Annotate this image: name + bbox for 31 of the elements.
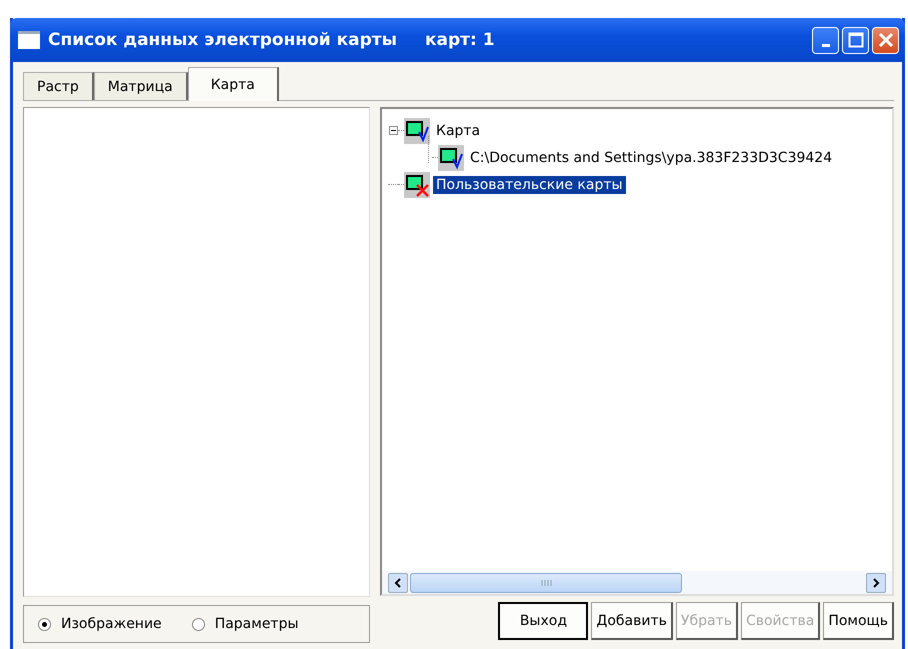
tab[interactable]: Карта xyxy=(188,67,279,101)
tree-item[interactable]: C:\Documents and Settings\ура.383F233D3C39424 xyxy=(467,148,836,166)
window-title: Список данных электронной карты xyxy=(48,30,397,50)
tab[interactable]: Матрица xyxy=(94,72,188,100)
tree-item[interactable]: Карта xyxy=(433,122,484,140)
tree-item[interactable]: Пользовательские карты xyxy=(433,176,626,194)
map-count: карт: 1 xyxy=(425,30,495,50)
scroll-right-button[interactable] xyxy=(866,572,886,592)
close-button[interactable] xyxy=(872,26,899,54)
grip-icon xyxy=(540,578,552,586)
dialog-button[interactable]: Добавить xyxy=(591,602,673,640)
minimize-icon xyxy=(822,44,830,46)
map-error-icon xyxy=(404,172,430,198)
tab[interactable]: Растр xyxy=(23,72,94,100)
dialog-button[interactable]: Помощь xyxy=(823,602,894,640)
collapse-icon[interactable] xyxy=(388,126,398,135)
scroll-thumb[interactable] xyxy=(410,572,682,592)
maximize-icon xyxy=(848,32,864,48)
dialog-button[interactable]: Выход xyxy=(498,602,588,640)
horizontal-scrollbar[interactable] xyxy=(382,571,892,594)
minimize-button[interactable] xyxy=(812,26,839,54)
maximize-button[interactable] xyxy=(842,26,869,54)
view-option-radio[interactable]: Параметры xyxy=(192,616,299,632)
map-check-icon xyxy=(404,118,430,144)
close-icon xyxy=(878,32,894,48)
radio-circle[interactable] xyxy=(38,618,51,630)
radio-circle[interactable] xyxy=(192,618,205,630)
scroll-left-button[interactable] xyxy=(388,572,408,592)
view-option-radio[interactable]: Изображение xyxy=(38,616,162,632)
map-check-icon xyxy=(438,144,464,170)
window-icon xyxy=(18,31,40,49)
